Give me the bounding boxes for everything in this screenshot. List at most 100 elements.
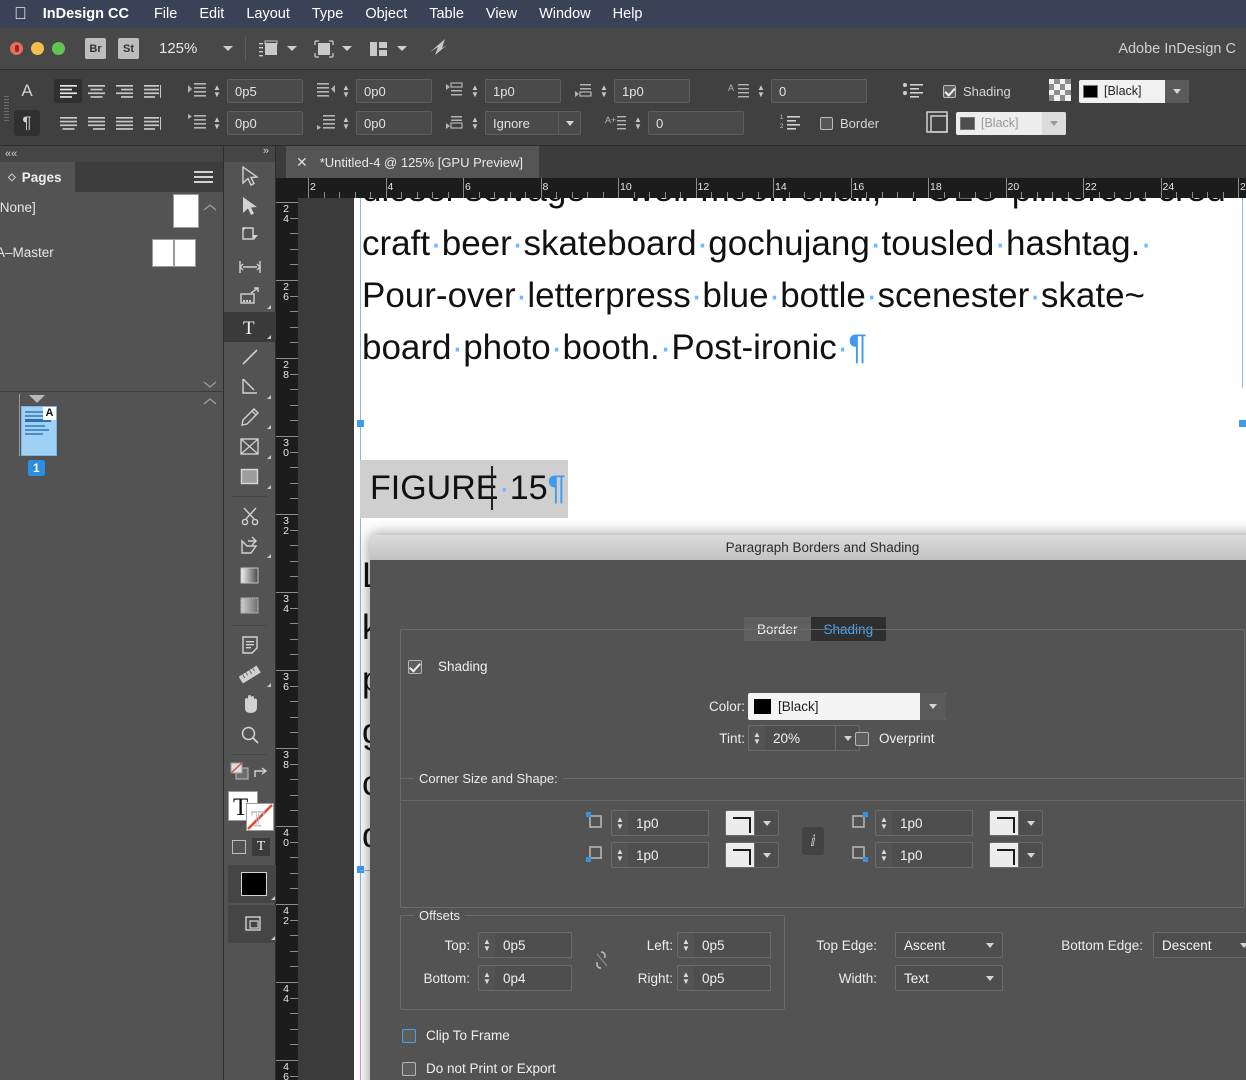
shading-color-dropdown[interactable]: [Black] bbox=[748, 693, 946, 720]
justify-right-button[interactable] bbox=[82, 111, 110, 135]
corner-bottom-right-value[interactable]: 1p0 bbox=[892, 842, 973, 868]
master-thumb-a-left[interactable] bbox=[152, 239, 174, 267]
master-thumb-none[interactable] bbox=[173, 194, 199, 228]
bridge-button[interactable]: Br bbox=[85, 38, 106, 59]
type-tool-flyout-icon[interactable] bbox=[267, 331, 271, 339]
corner-top-left-shape-select[interactable] bbox=[725, 810, 779, 836]
justify-center-button[interactable] bbox=[54, 111, 82, 135]
corner-bottom-right-shape-select[interactable] bbox=[989, 842, 1043, 868]
offset-left-value[interactable]: 0p5 bbox=[694, 932, 771, 958]
corner-top-left-value[interactable]: 1p0 bbox=[628, 810, 709, 836]
view-mode-control[interactable] bbox=[313, 39, 353, 59]
arrange-documents-control[interactable] bbox=[368, 40, 408, 58]
rectangle-tool[interactable] bbox=[224, 462, 276, 492]
drop-cap-lines-stepper[interactable]: ▲ ▼ bbox=[754, 84, 768, 99]
stock-button[interactable]: St bbox=[118, 38, 139, 59]
menu-item-type[interactable]: Type bbox=[301, 6, 354, 22]
menu-item-table[interactable]: Table bbox=[418, 6, 475, 22]
border-toggle[interactable]: Border bbox=[820, 116, 916, 131]
tab-pages[interactable]: ◇ Pages bbox=[0, 162, 76, 192]
corner-top-left-field[interactable]: ▲ ▼ 1p0 bbox=[611, 810, 709, 836]
apple-logo-icon[interactable]:  bbox=[14, 5, 27, 22]
pages-scroll-up-icon[interactable] bbox=[203, 398, 217, 406]
tint-field[interactable]: ▲ ▼ 20% bbox=[748, 725, 860, 751]
align-right-button[interactable] bbox=[110, 79, 138, 103]
offset-bottom-stepper[interactable]: ▲ ▼ bbox=[478, 965, 495, 991]
doc-line-3[interactable]: board·photo·booth.·Post-ironic·¶ bbox=[362, 322, 867, 374]
justify-last-left-button[interactable] bbox=[138, 79, 166, 103]
offset-right-field[interactable]: ▲ ▼ 0p5 bbox=[677, 965, 771, 991]
shading-group-toggle[interactable]: Shading bbox=[408, 659, 494, 674]
top-edge-select[interactable]: Ascent bbox=[895, 932, 1003, 958]
offset-right-value[interactable]: 0p5 bbox=[694, 965, 771, 991]
doc-line-2[interactable]: Pour-over·letterpress·blue·bottle·scenes… bbox=[362, 270, 1145, 322]
menu-item-window[interactable]: Window bbox=[528, 6, 602, 22]
gap-tool[interactable] bbox=[224, 252, 276, 282]
preview-mode-chevron-icon[interactable] bbox=[342, 46, 353, 51]
offsets-link-broken-icon[interactable] bbox=[594, 950, 611, 970]
offset-left-field[interactable]: ▲ ▼ 0p5 bbox=[677, 932, 771, 958]
stroke-swatch[interactable]: T bbox=[246, 803, 274, 831]
offset-right-stepper[interactable]: ▲ ▼ bbox=[677, 965, 694, 991]
corner-top-right-field[interactable]: ▲ ▼ 1p0 bbox=[875, 810, 973, 836]
scissors-tool[interactable] bbox=[224, 501, 276, 531]
first-line-indent-value[interactable]: 0p0 bbox=[227, 111, 303, 135]
corner-link-button[interactable]: ⅈ bbox=[802, 827, 824, 855]
corner-top-right-shape-select[interactable] bbox=[989, 810, 1043, 836]
shading-swatch-button[interactable] bbox=[1049, 78, 1071, 104]
hand-tool[interactable] bbox=[224, 690, 276, 720]
hyphenation-dropdown-icon[interactable] bbox=[559, 111, 581, 135]
master-row-none[interactable]: [None] bbox=[0, 192, 223, 237]
formatting-affects-text-icon[interactable]: T bbox=[252, 838, 270, 856]
measure-tool-flyout-icon[interactable] bbox=[267, 679, 271, 687]
corner-tr-shape-dropdown-icon[interactable] bbox=[1019, 810, 1043, 836]
horizontal-ruler[interactable]: 2468101214161820222426 bbox=[276, 178, 1246, 198]
content-collector-flyout-icon[interactable] bbox=[267, 301, 271, 309]
measure-tool[interactable] bbox=[224, 660, 276, 690]
drop-cap-chars-stepper[interactable]: ▲ ▼ bbox=[631, 116, 645, 131]
align-toward-spine-button[interactable] bbox=[138, 111, 166, 135]
numbered-list-button[interactable]: 1 2 bbox=[780, 114, 800, 133]
last-line-indent-stepper[interactable]: ▲ ▼ bbox=[339, 116, 353, 131]
align-center-button[interactable] bbox=[82, 79, 110, 103]
corner-bottom-left-field[interactable]: ▲ ▼ 1p0 bbox=[611, 842, 709, 868]
type-tool[interactable]: T bbox=[224, 312, 276, 342]
bulleted-list-button[interactable] bbox=[903, 82, 923, 101]
overprint-toggle[interactable]: Overprint bbox=[855, 731, 935, 746]
publish-online-button[interactable] bbox=[427, 36, 451, 61]
corner-bottom-right-field[interactable]: ▲ ▼ 1p0 bbox=[875, 842, 973, 868]
first-line-indent-stepper[interactable]: ▲ ▼ bbox=[210, 116, 224, 131]
shading-toggle[interactable]: Shading bbox=[943, 84, 1039, 99]
direct-selection-tool[interactable] bbox=[224, 192, 276, 222]
space-after-stepper[interactable]: ▲ ▼ bbox=[597, 84, 611, 99]
left-indent-stepper[interactable]: ▲ ▼ bbox=[210, 84, 224, 99]
do-not-print-checkbox[interactable] bbox=[402, 1061, 416, 1076]
border-swatch-button[interactable] bbox=[926, 110, 948, 136]
drop-cap-chars-value[interactable]: 0 bbox=[648, 111, 744, 135]
clip-to-frame-checkbox[interactable] bbox=[402, 1028, 416, 1043]
arrange-documents-chevron-icon[interactable] bbox=[397, 46, 408, 51]
line-tool[interactable] bbox=[224, 342, 276, 372]
masters-scroll-up-icon[interactable] bbox=[203, 204, 217, 212]
do-not-print-toggle[interactable]: Do not Print or Export bbox=[402, 1061, 556, 1076]
character-formatting-button[interactable]: A bbox=[14, 81, 40, 101]
frame-handle-bottom-left[interactable] bbox=[357, 420, 364, 427]
menu-item-view[interactable]: View bbox=[475, 6, 528, 22]
minimize-window-button[interactable] bbox=[31, 42, 44, 55]
frame-tool[interactable] bbox=[224, 432, 276, 462]
content-collector-tool[interactable] bbox=[224, 282, 276, 312]
view-options-control[interactable] bbox=[258, 39, 298, 59]
screen-mode-chevron-icon[interactable] bbox=[287, 46, 298, 51]
menu-item-object[interactable]: Object bbox=[354, 6, 418, 22]
doc-line-0[interactable]: diesel·selvage· · well·moon·chall, ·YOLO… bbox=[362, 198, 1226, 216]
figure-caption-line[interactable]: FIGURE·15¶ bbox=[370, 462, 566, 514]
offset-top-field[interactable]: ▲ ▼ 0p5 bbox=[478, 932, 572, 958]
pencil-tool-flyout-icon[interactable] bbox=[267, 421, 271, 429]
corner-top-right-value[interactable]: 1p0 bbox=[892, 810, 973, 836]
space-before-value[interactable]: 1p0 bbox=[485, 79, 561, 103]
right-indent-value[interactable]: 0p0 bbox=[356, 79, 432, 103]
clip-to-frame-toggle[interactable]: Clip To Frame bbox=[402, 1028, 510, 1043]
master-row-a[interactable]: A–Master bbox=[0, 237, 223, 282]
formatting-affects-container-icon[interactable] bbox=[232, 840, 246, 854]
corner-bottom-left-value[interactable]: 1p0 bbox=[628, 842, 709, 868]
